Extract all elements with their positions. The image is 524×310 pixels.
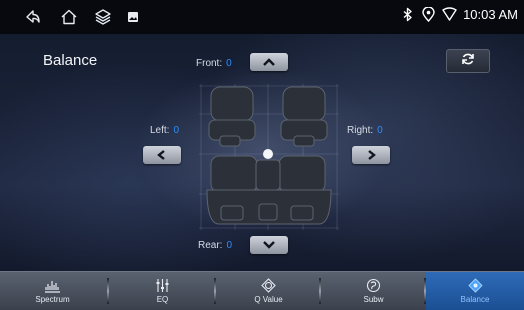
- chevron-down-icon: [263, 241, 275, 249]
- right-value: 0: [377, 125, 383, 136]
- bluetooth-icon: [400, 7, 415, 22]
- tab-subw[interactable]: Subw: [321, 272, 426, 310]
- tab-spectrum[interactable]: Spectrum: [0, 272, 105, 310]
- bottom-nav: Spectrum EQ Q Value Subw Balance: [0, 271, 524, 310]
- right-button[interactable]: [352, 146, 390, 164]
- rear-value: 0: [226, 240, 233, 251]
- left-label: Left: 0: [150, 125, 179, 136]
- tab-q-value-label: Q Value: [254, 295, 283, 304]
- rear-label-text: Rear:: [198, 240, 223, 251]
- seat-balance-pad[interactable]: [199, 84, 339, 230]
- left-value: 0: [173, 125, 180, 136]
- front-right-seat: [280, 86, 328, 147]
- status-bar: 10:03 AM: [0, 0, 524, 34]
- front-up-button[interactable]: [250, 53, 288, 71]
- chevron-left-icon: [157, 150, 165, 160]
- status-clock: 10:03 AM: [463, 7, 518, 22]
- layers-icon[interactable]: [94, 8, 112, 26]
- balance-icon: [467, 278, 483, 293]
- wifi-icon: [442, 7, 457, 22]
- front-left-seat: [208, 86, 256, 147]
- tab-eq[interactable]: EQ: [110, 272, 215, 310]
- right-label-text: Right:: [347, 125, 374, 136]
- q-value-icon: [261, 278, 276, 293]
- tab-balance-label: Balance: [460, 295, 490, 304]
- rear-bench-seat: [206, 155, 332, 225]
- image-icon: [124, 8, 142, 26]
- tab-divider: [107, 278, 109, 304]
- back-icon[interactable]: [24, 8, 42, 26]
- tab-q-value[interactable]: Q Value: [216, 272, 321, 310]
- chevron-right-icon: [368, 150, 376, 160]
- reset-button[interactable]: [446, 49, 490, 73]
- rear-down-button[interactable]: [250, 236, 288, 254]
- right-label: Right: 0: [347, 125, 383, 136]
- tab-subw-label: Subw: [363, 295, 384, 304]
- location-icon: [421, 7, 436, 22]
- chevron-up-icon: [263, 58, 275, 66]
- home-icon[interactable]: [60, 8, 78, 26]
- left-button[interactable]: [143, 146, 181, 164]
- page-title: Balance: [43, 52, 98, 69]
- front-value: 0: [226, 58, 232, 69]
- tab-balance[interactable]: Balance: [426, 272, 524, 310]
- left-label-text: Left:: [150, 125, 170, 136]
- spectrum-icon: [45, 281, 60, 293]
- front-label: Front: 0: [196, 58, 232, 69]
- refresh-icon: [461, 52, 475, 71]
- front-label-text: Front:: [196, 58, 223, 69]
- subwoofer-icon: [366, 278, 381, 293]
- rear-label: Rear: 0: [198, 240, 232, 251]
- balance-point-indicator[interactable]: [263, 149, 273, 159]
- eq-sliders-icon: [156, 279, 169, 292]
- tab-spectrum-label: Spectrum: [35, 295, 70, 304]
- tab-eq-label: EQ: [156, 295, 169, 304]
